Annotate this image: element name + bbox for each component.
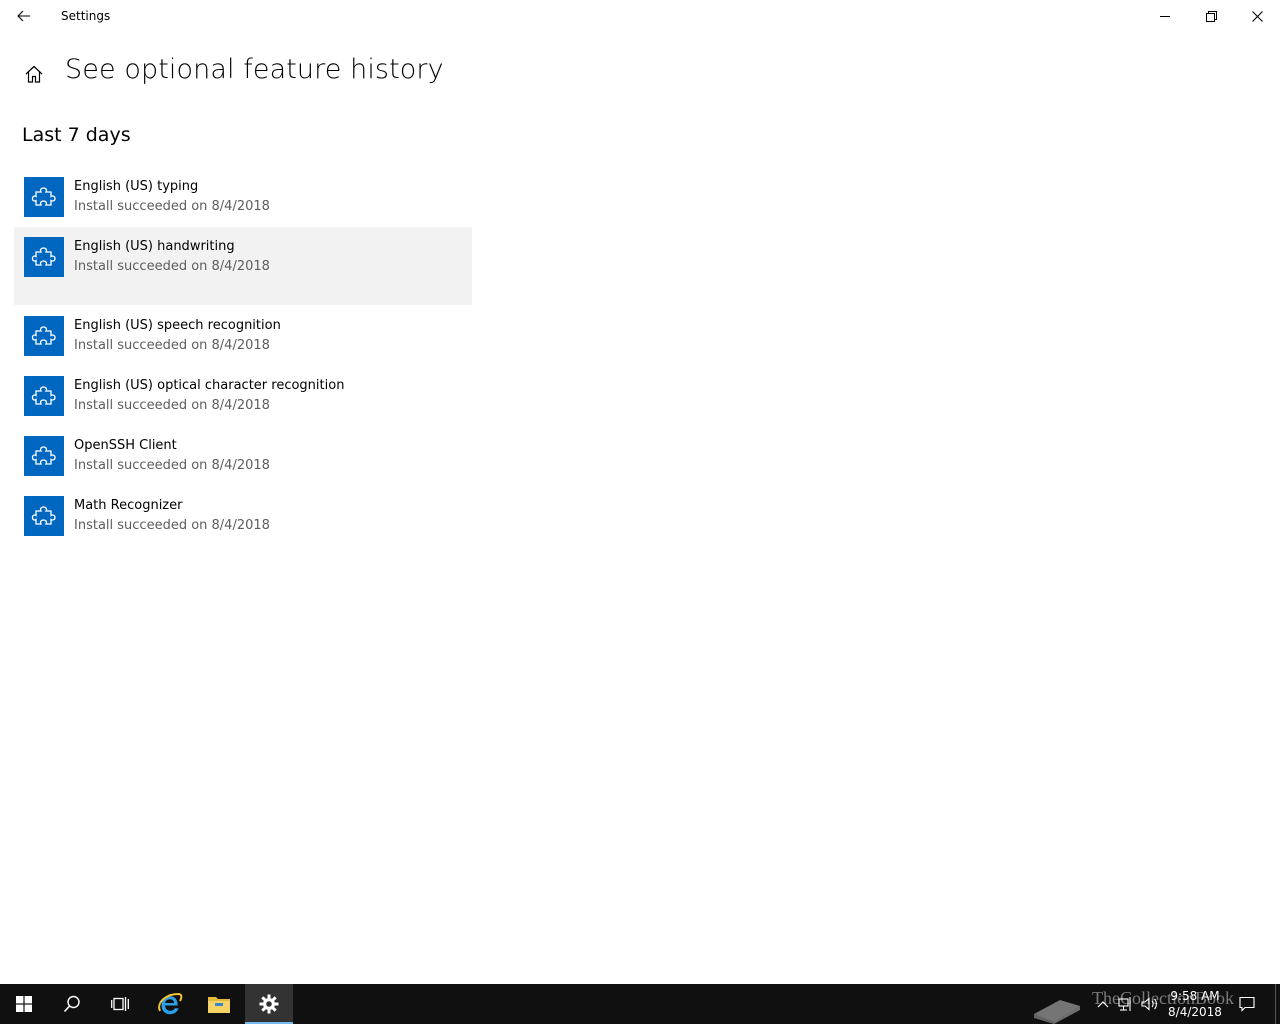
show-desktop-button[interactable] — [1275, 984, 1280, 1024]
feature-name: English (US) typing — [74, 179, 199, 194]
feature-name: English (US) speech recognition — [74, 318, 281, 333]
page-title: See optional feature history — [65, 54, 444, 85]
puzzle-piece-icon — [24, 177, 64, 217]
feature-name: English (US) handwriting — [74, 239, 235, 254]
feature-status: Install succeeded on 8/4/2018 — [74, 398, 270, 413]
network-icon — [1118, 997, 1131, 1011]
feature-status: Install succeeded on 8/4/2018 — [74, 259, 270, 274]
puzzle-piece-icon — [24, 436, 64, 476]
minimize-button[interactable] — [1142, 0, 1188, 32]
back-button[interactable] — [0, 0, 48, 32]
puzzle-piece-icon — [24, 496, 64, 536]
task-view-button[interactable] — [96, 984, 144, 1024]
close-button[interactable] — [1234, 0, 1280, 32]
minimize-icon — [1160, 16, 1170, 17]
internet-explorer-icon — [158, 992, 183, 1015]
feature-history-list: English (US) typing Install succeeded on… — [14, 167, 472, 546]
folder-icon — [208, 997, 230, 1013]
restore-icon — [1205, 10, 1217, 22]
file-explorer-button[interactable] — [195, 984, 243, 1024]
internet-explorer-button[interactable] — [146, 984, 194, 1024]
show-hidden-icons-button[interactable] — [1092, 984, 1114, 1024]
list-item[interactable]: English (US) speech recognition Install … — [14, 306, 472, 366]
taskbar: TheCollectionBook 9:58 AM 8/4/2018 — [0, 984, 1280, 1024]
page-header: See optional feature history — [0, 52, 700, 96]
feature-status: Install succeeded on 8/4/2018 — [74, 518, 270, 533]
app-title: Settings — [61, 9, 111, 23]
speaker-icon — [1141, 997, 1157, 1011]
search-icon — [63, 995, 80, 1013]
restore-button[interactable] — [1188, 0, 1234, 32]
task-view-icon — [111, 997, 129, 1011]
feature-status: Install succeeded on 8/4/2018 — [74, 338, 270, 353]
clock-time: 9:58 AM — [1170, 989, 1220, 1003]
section-title: Last 7 days — [22, 124, 131, 146]
volume-button[interactable] — [1138, 984, 1162, 1024]
gear-icon — [259, 994, 279, 1014]
notification-icon — [1239, 996, 1255, 1012]
chevron-up-icon — [1097, 1001, 1109, 1008]
title-bar: Settings — [0, 0, 1280, 32]
home-button[interactable] — [20, 60, 48, 88]
list-item[interactable]: English (US) typing Install succeeded on… — [14, 167, 472, 227]
home-icon — [25, 65, 43, 83]
search-button[interactable] — [48, 984, 96, 1024]
start-button[interactable] — [0, 984, 48, 1024]
feature-name: OpenSSH Client — [74, 438, 177, 453]
network-button[interactable] — [1114, 984, 1138, 1024]
list-item[interactable]: English (US) optical character recogniti… — [14, 366, 472, 426]
feature-name: English (US) optical character recogniti… — [74, 378, 345, 393]
close-icon — [1251, 10, 1263, 22]
book-icon — [1034, 1000, 1080, 1024]
puzzle-piece-icon — [24, 376, 64, 416]
settings-window: Settings See optional feature history La… — [0, 0, 1280, 984]
puzzle-piece-icon — [24, 237, 64, 277]
feature-name: Math Recognizer — [74, 498, 183, 513]
settings-taskbar-button[interactable] — [245, 984, 293, 1024]
list-item[interactable]: English (US) handwriting Install succeed… — [14, 227, 472, 305]
list-item[interactable]: OpenSSH Client Install succeeded on 8/4/… — [14, 426, 472, 486]
clock[interactable]: 9:58 AM 8/4/2018 — [1166, 988, 1224, 1020]
windows-logo-icon — [16, 996, 32, 1012]
puzzle-piece-icon — [24, 316, 64, 356]
feature-status: Install succeeded on 8/4/2018 — [74, 458, 270, 473]
list-item[interactable]: Math Recognizer Install succeeded on 8/4… — [14, 486, 472, 546]
back-arrow-icon — [17, 10, 30, 22]
clock-date: 8/4/2018 — [1168, 1005, 1222, 1019]
feature-status: Install succeeded on 8/4/2018 — [74, 199, 270, 214]
action-center-button[interactable] — [1234, 984, 1260, 1024]
